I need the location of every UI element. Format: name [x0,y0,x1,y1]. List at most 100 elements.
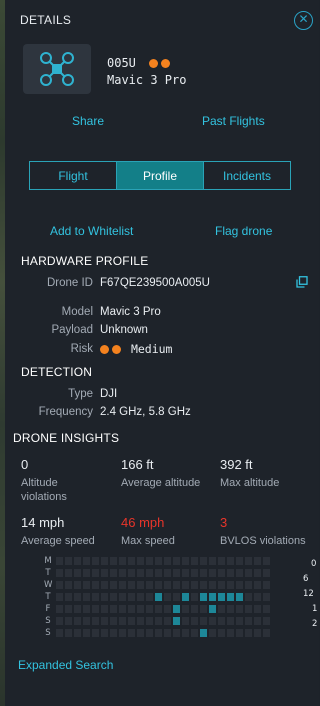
heatmap-cell [128,593,135,601]
risk-indicator-dots [100,343,124,357]
expanded-search-link[interactable]: Expanded Search [18,658,113,672]
heatmap-cell [110,557,117,565]
heatmap-cell [164,617,171,625]
hardware-profile-heading: HARDWARE PROFILE [21,254,149,268]
heatmap-cell [218,605,225,613]
heatmap-cell [137,605,144,613]
heatmap-cell-active [155,593,162,601]
heatmap-cell [110,605,117,613]
share-link[interactable]: Share [72,114,104,128]
heatmap-cell [218,581,225,589]
hour-label: 12 [303,589,314,599]
heatmap-cell [83,569,90,577]
tab-profile[interactable]: Profile [117,162,204,189]
copy-icon[interactable] [296,276,308,288]
heatmap-cell [65,569,72,577]
day-label: M [44,556,52,566]
heatmap-cell [200,617,207,625]
heatmap-cell [74,581,81,589]
heatmap-cell [83,605,90,613]
heatmap-cell [101,617,108,625]
heatmap-cell [236,557,243,565]
heatmap-cell [164,569,171,577]
heatmap-cell [236,617,243,625]
hour-label: 1 [312,604,318,614]
heatmap-cell [164,605,171,613]
heatmap-cell [263,617,270,625]
heatmap-cell [137,629,144,637]
heatmap-cell [119,581,126,589]
heatmap-cell [254,557,261,565]
max-speed-value: 46 mph [121,515,165,530]
payload-label: Payload [51,324,93,336]
heatmap-cell [182,557,189,565]
heatmap-cell [56,593,63,601]
max-speed-label: Max speed [121,535,175,547]
heatmap-cell [191,569,198,577]
heatmap-cell [254,605,261,613]
heatmap-cell [92,581,99,589]
heatmap-cell [137,593,144,601]
heatmap-cell [182,569,189,577]
heatmap-cell [65,593,72,601]
detail-tabs: Flight Profile Incidents [29,161,291,190]
add-to-whitelist-link[interactable]: Add to Whitelist [50,224,133,238]
tab-flight[interactable]: Flight [30,162,117,189]
detection-heading: DETECTION [21,365,93,379]
heatmap-cell [218,629,225,637]
risk-value-row: Medium [100,342,172,357]
heatmap-cell-active [173,617,180,625]
heatmap-cell [83,581,90,589]
heatmap-cell [119,629,126,637]
day-label: T [45,568,51,578]
heatmap-cell [110,569,117,577]
heatmap-cell [263,581,270,589]
max-altitude-label: Max altitude [220,477,280,489]
risk-dots [149,57,173,71]
heatmap-cell-active [227,593,234,601]
heatmap-cell [173,629,180,637]
heatmap-cell [209,581,216,589]
heatmap-cell [236,629,243,637]
drone-thumbnail [23,44,91,94]
heatmap-cell-active [236,593,243,601]
device-model: Mavic 3 Pro [107,73,187,87]
heatmap-cell-active [209,605,216,613]
heatmap-cell [119,557,126,565]
heatmap-cell [173,557,180,565]
close-icon[interactable]: ✕ [294,11,313,30]
heatmap-cell [65,605,72,613]
heatmap-cell [110,581,117,589]
heatmap-cell [92,593,99,601]
heatmap-cell [56,581,63,589]
heatmap-cell [101,569,108,577]
heatmap-cell [191,605,198,613]
heatmap-cell [146,629,153,637]
heatmap-cell [245,593,252,601]
tab-incidents[interactable]: Incidents [204,162,290,189]
heatmap-cell [155,605,162,613]
heatmap-cell [191,557,198,565]
heatmap-cell [227,581,234,589]
heatmap-cell [245,617,252,625]
heatmap-cell [245,569,252,577]
heatmap-cell [101,557,108,565]
heatmap-cell [236,569,243,577]
bvlos-violations-label: BVLOS violations [220,535,306,547]
heatmap-cell [128,569,135,577]
flag-drone-link[interactable]: Flag drone [215,224,272,238]
heatmap-cell [119,593,126,601]
device-id: 005U [107,56,136,70]
heatmap-cell [263,593,270,601]
heatmap-cell [65,629,72,637]
heatmap-cell [146,581,153,589]
heatmap-cell [245,605,252,613]
heatmap-cell [110,617,117,625]
past-flights-link[interactable]: Past Flights [202,114,265,128]
heatmap-cell [209,557,216,565]
heatmap-cell [182,605,189,613]
heatmap-cell [263,557,270,565]
type-label: Type [68,388,93,400]
heatmap-cell [137,569,144,577]
heatmap-cell [182,629,189,637]
